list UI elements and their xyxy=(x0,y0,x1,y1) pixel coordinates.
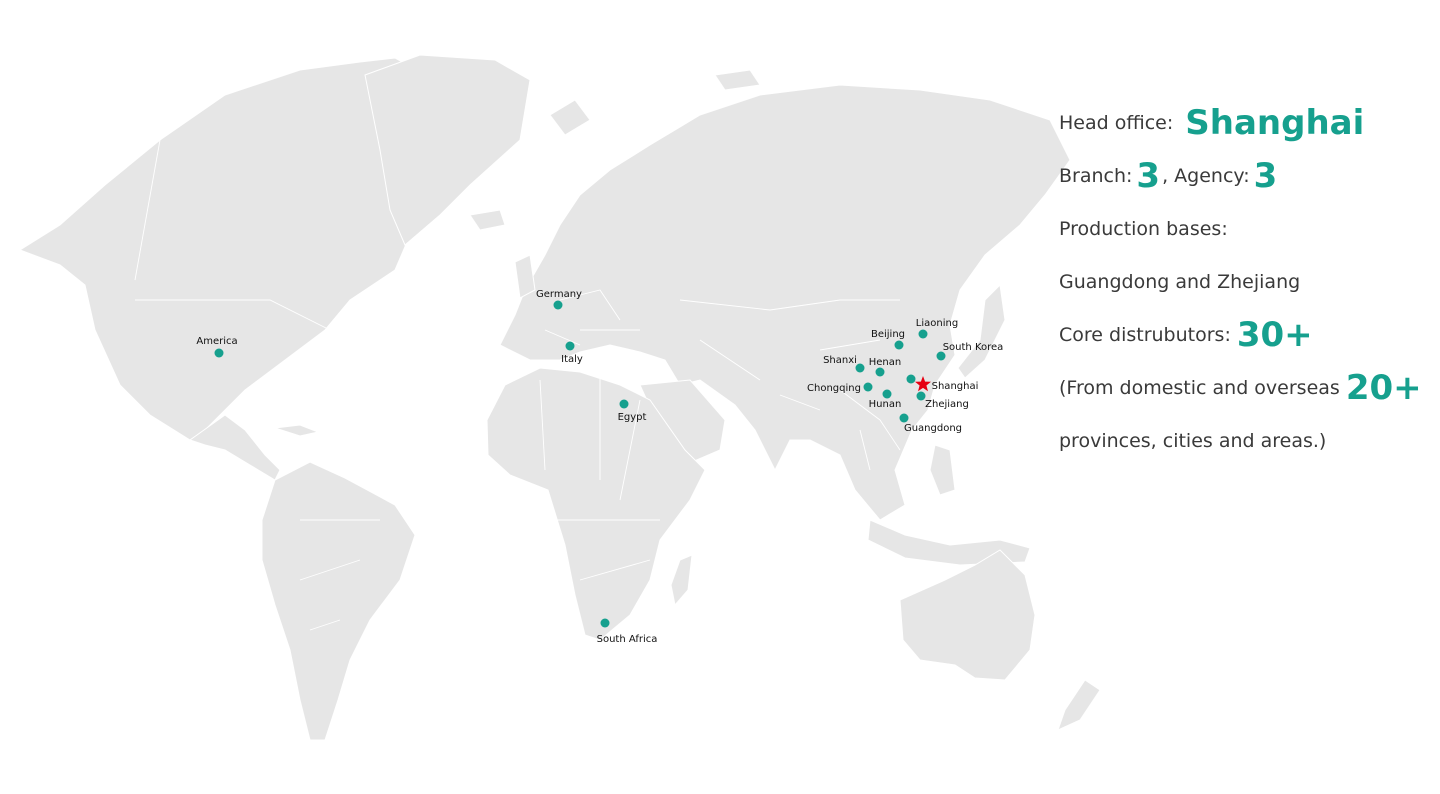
branch-value: 3 xyxy=(1136,155,1161,196)
guangdong-label: Guangdong xyxy=(904,423,962,434)
south-africa-label: South Africa xyxy=(597,634,658,645)
branch-label: Branch: xyxy=(1059,164,1133,187)
chongqing-dot xyxy=(863,382,873,392)
core-distributors-line: Core distrubutors: 30+ xyxy=(1059,308,1434,361)
production-label: Production bases: xyxy=(1059,217,1228,240)
agency-value: 3 xyxy=(1253,155,1278,196)
provinces-line: provinces, cities and areas.) xyxy=(1059,414,1434,467)
zhejiang-label: Zhejiang xyxy=(925,399,969,410)
america-dot xyxy=(214,348,224,358)
land-masses xyxy=(18,54,1101,741)
from-domestic-label: (From domestic and overseas xyxy=(1059,376,1340,399)
arctic-islands-land xyxy=(549,99,591,136)
egypt-dot xyxy=(619,399,629,409)
shanxi-label: Shanxi xyxy=(823,355,857,366)
marker-zhejiang[interactable]: Zhejiang xyxy=(916,391,969,411)
south-africa-dot xyxy=(600,618,610,628)
head-office-value: Shanghai xyxy=(1185,102,1365,143)
production-label-line: Production bases: xyxy=(1059,202,1434,255)
henan-dot xyxy=(875,367,885,377)
production-value: Guangdong and Zhejiang xyxy=(1059,270,1301,293)
japan-land xyxy=(957,283,1006,379)
company-info-panel: Head office: Shanghai Branch: 3 , Agency… xyxy=(1059,96,1434,467)
caribbean-land xyxy=(274,424,320,437)
hunan-label: Hunan xyxy=(869,399,902,410)
iceland-land xyxy=(469,209,506,231)
from-domestic-value: 20+ xyxy=(1345,367,1422,408)
zhejiang-dot xyxy=(916,391,926,401)
head-office-label: Head office: xyxy=(1059,111,1174,134)
branch-agency-line: Branch: 3 , Agency: 3 xyxy=(1059,149,1434,202)
new-zealand-land xyxy=(1057,679,1101,731)
liaoning-label: Liaoning xyxy=(916,318,958,329)
guangdong-dot xyxy=(899,413,909,423)
chongqing-label: Chongqing xyxy=(807,383,861,394)
liaoning-dot xyxy=(918,329,928,339)
italy-label: Italy xyxy=(561,354,583,365)
germany-dot xyxy=(553,300,563,310)
madagascar-land xyxy=(670,554,693,607)
shanghai-nearby-dot xyxy=(906,374,916,384)
america-label: America xyxy=(196,336,237,347)
beijing-label: Beijing xyxy=(871,329,905,340)
core-distributors-value: 30+ xyxy=(1236,314,1313,355)
south-korea-label: South Korea xyxy=(943,342,1004,353)
beijing-dot xyxy=(894,340,904,350)
production-value-line: Guangdong and Zhejiang xyxy=(1059,255,1434,308)
hunan-dot xyxy=(882,389,892,399)
germany-label: Germany xyxy=(536,289,582,300)
from-domestic-line: (From domestic and overseas 20+ xyxy=(1059,361,1434,414)
south-america-land xyxy=(261,461,416,741)
shanghai-label: Shanghai xyxy=(932,381,979,392)
agency-label: , Agency: xyxy=(1162,164,1250,187)
philippines-land xyxy=(929,444,956,496)
arctic-islands-east-land xyxy=(714,69,761,91)
british-isles-land xyxy=(514,254,536,299)
provinces-text: provinces, cities and areas.) xyxy=(1059,429,1327,452)
italy-dot xyxy=(565,341,575,351)
head-office-line: Head office: Shanghai xyxy=(1059,96,1434,149)
henan-label: Henan xyxy=(869,357,901,368)
egypt-label: Egypt xyxy=(618,412,647,423)
australia-land xyxy=(899,549,1036,681)
core-distributors-label: Core distrubutors: xyxy=(1059,323,1231,346)
